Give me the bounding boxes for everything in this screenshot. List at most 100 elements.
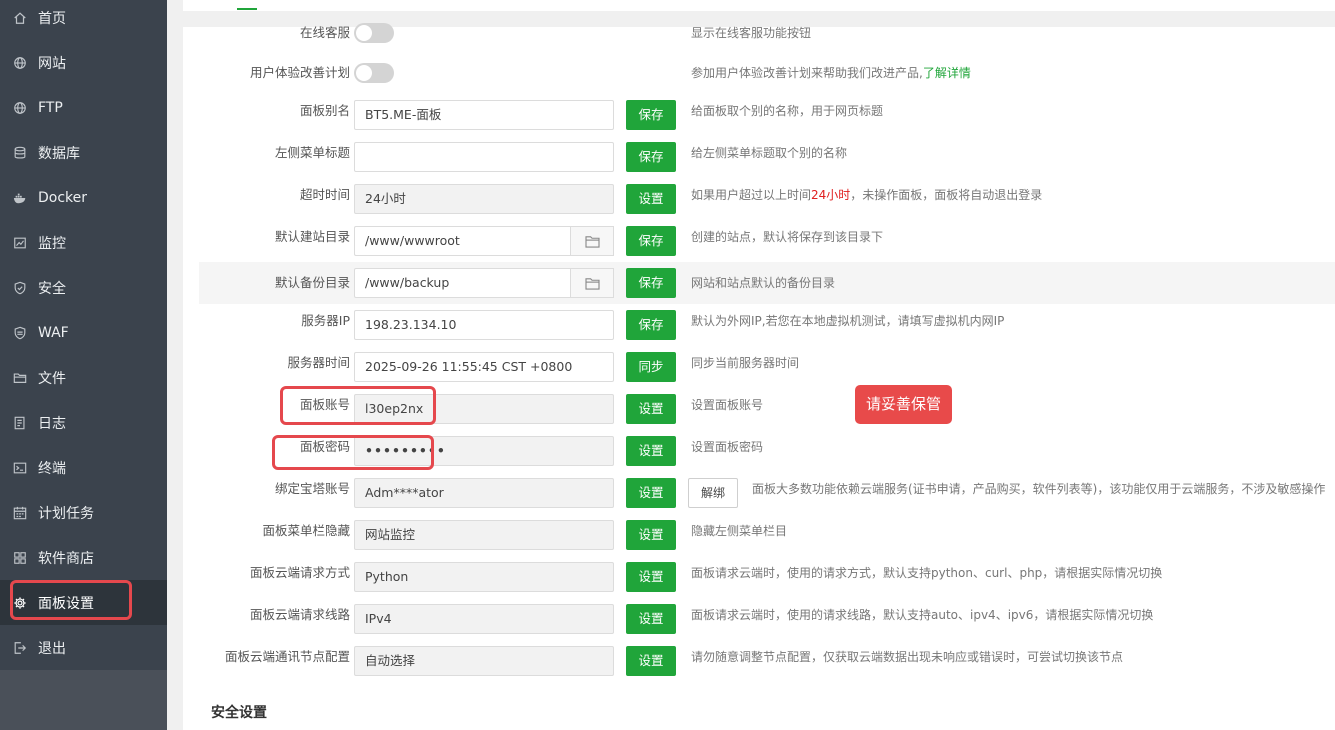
setting-label: 服务器时间 — [287, 355, 350, 370]
setting-panel-alias: 面板别名 BT5.ME-面板 保存 给面板取个别的名称，用于网页标题 — [199, 90, 1335, 132]
sidebar-item-monitor[interactable]: 监控 — [0, 220, 167, 265]
cloud-node-set-button[interactable]: 设置 — [626, 646, 676, 676]
folder-picker-button[interactable] — [570, 268, 614, 298]
cloud-request-method-input[interactable]: Python — [354, 562, 614, 592]
sidebar-item-cron[interactable]: 计划任务 — [0, 490, 167, 535]
sidebar-item-label: 退出 — [38, 640, 66, 657]
menu-hide-set-button[interactable]: 设置 — [626, 520, 676, 550]
setting-cloud-node: 面板云端通讯节点配置 自动选择 设置 请勿随意调整节点配置，仅获取云端数据出现未… — [199, 636, 1335, 678]
monitor-chart-icon — [12, 235, 28, 251]
server-ip-save-button[interactable]: 保存 — [626, 310, 676, 340]
sidebar-item-label: 文件 — [38, 370, 66, 387]
sidebar-item-database[interactable]: 数据库 — [0, 130, 167, 175]
sidebar-item-logout[interactable]: 退出 — [0, 625, 167, 670]
learn-more-link[interactable]: 了解详情 — [923, 66, 971, 80]
sidebar-item-home[interactable]: 首页 — [0, 0, 167, 40]
sidebar-item-label: Docker — [38, 189, 88, 206]
annotation-box-panel-settings — [10, 580, 132, 620]
cloud-node-input[interactable]: 自动选择 — [354, 646, 614, 676]
setting-label: 面板云端请求线路 — [249, 607, 350, 622]
terminal-icon — [12, 460, 28, 476]
ux-plan-toggle[interactable] — [354, 63, 394, 83]
setting-default-site-dir: 默认建站目录 /www/wwwroot 保存 创建的站点，默认将保存到该目录下 — [199, 216, 1335, 258]
cloud-request-line-set-button[interactable]: 设置 — [626, 604, 676, 634]
setting-label: 默认备份目录 — [274, 275, 350, 290]
cloud-request-line-input[interactable]: IPv4 — [354, 604, 614, 634]
sidebar-item-terminal[interactable]: 终端 — [0, 445, 167, 490]
settings-panel: 在线客服 显示在线客服功能按钮 用户体验改善计划 参加用户体验改善计划来帮助我们… — [183, 23, 1335, 730]
cloud-request-method-set-button[interactable]: 设置 — [626, 562, 676, 592]
calendar-icon — [12, 505, 28, 521]
sidebar-item-website[interactable]: 网站 — [0, 40, 167, 85]
sidebar-item-label: 数据库 — [38, 145, 80, 162]
default-backup-dir-input[interactable]: /www/backup — [354, 268, 570, 298]
default-backup-dir-save-button[interactable]: 保存 — [626, 268, 676, 298]
setting-label: 面板云端通讯节点配置 — [224, 649, 350, 664]
setting-label: 超时时间 — [299, 187, 350, 202]
setting-timeout: 超时时间 24小时 设置 如果用户超过以上时间24小时，未操作面板，面板将自动退… — [199, 174, 1335, 216]
left-menu-title-input[interactable] — [354, 142, 614, 172]
setting-desc: 创建的站点，默认将保存到该目录下 — [691, 230, 884, 244]
panel-password-set-button[interactable]: 设置 — [626, 436, 676, 466]
sidebar-item-ftp[interactable]: FTP — [0, 85, 167, 130]
sidebar-item-store[interactable]: 软件商店 — [0, 535, 167, 580]
setting-desc: 面板请求云端时，使用的请求方式，默认支持python、curl、php，请根据实… — [691, 566, 1163, 580]
setting-desc: 默认为外网IP,若您在本地虚拟机测试，请填写虚拟机内网IP — [691, 314, 1005, 328]
setting-desc: 请勿随意调整节点配置，仅获取云端数据出现未响应或错误时，可尝试切换该节点 — [691, 650, 1124, 664]
folder-icon — [12, 370, 28, 386]
sidebar-item-security[interactable]: 安全 — [0, 265, 167, 310]
sidebar-item-label: 监控 — [38, 235, 66, 252]
sidebar-item-label: 网站 — [38, 55, 66, 72]
annotation-box-panel-password — [272, 435, 434, 470]
folder-icon — [584, 277, 600, 290]
sidebar-item-label: 首页 — [38, 10, 66, 27]
setting-desc: 面板大多数功能依赖云端服务(证书申请，产品购买，软件列表等)，该功能仅用于云端服… — [752, 482, 1326, 496]
setting-online-service: 在线客服 显示在线客服功能按钮 — [199, 12, 1335, 54]
ux-plan-desc-text: 参加用户体验改善计划来帮助我们改进产品, — [691, 66, 923, 80]
left-menu-title-save-button[interactable]: 保存 — [626, 142, 676, 172]
sidebar-item-waf[interactable]: WAF — [0, 310, 167, 355]
folder-picker-button[interactable] — [570, 226, 614, 256]
setting-desc: 给面板取个别的名称，用于网页标题 — [691, 104, 884, 118]
sidebar-item-label: 计划任务 — [38, 505, 94, 522]
sidebar-item-label: 软件商店 — [38, 550, 94, 567]
section-title-security: 安全设置 — [211, 705, 267, 721]
online-service-toggle[interactable] — [354, 23, 394, 43]
setting-cloud-request-line: 面板云端请求线路 IPv4 设置 面板请求云端时，使用的请求线路，默认支持aut… — [199, 594, 1335, 636]
sidebar-bottom — [0, 670, 167, 730]
folder-icon — [584, 235, 600, 248]
sidebar-item-logs[interactable]: 日志 — [0, 400, 167, 445]
setting-left-menu-title: 左侧菜单标题 保存 给左侧菜单标题取个别的名称 — [199, 132, 1335, 174]
sidebar-item-label: WAF — [38, 324, 69, 341]
timeout-desc-red: 24小时 — [811, 188, 851, 202]
sidebar-item-docker[interactable]: Docker — [0, 175, 167, 220]
panel-alias-save-button[interactable]: 保存 — [626, 100, 676, 130]
annotation-box-panel-account — [280, 386, 436, 425]
setting-desc: 如果用户超过以上时间24小时，未操作面板，面板将自动退出登录 — [691, 174, 1042, 216]
bt-account-input[interactable]: Adm****ator — [354, 478, 614, 508]
panel-account-set-button[interactable]: 设置 — [626, 394, 676, 424]
setting-ux-plan: 用户体验改善计划 参加用户体验改善计划来帮助我们改进产品,了解详情 — [199, 52, 1335, 94]
sidebar-item-files[interactable]: 文件 — [0, 355, 167, 400]
setting-label: 默认建站目录 — [274, 229, 350, 244]
timeout-input[interactable]: 24小时 — [354, 184, 614, 214]
waf-shield-icon — [12, 325, 28, 341]
server-time-sync-button[interactable]: 同步 — [626, 352, 676, 382]
server-time-input[interactable]: 2025-09-26 11:55:45 CST +0800 — [354, 352, 614, 382]
default-site-dir-save-button[interactable]: 保存 — [626, 226, 676, 256]
panel-alias-input[interactable]: BT5.ME-面板 — [354, 100, 614, 130]
setting-desc: 隐藏左侧菜单栏目 — [691, 524, 788, 538]
menu-hide-input[interactable]: 网站监控 — [354, 520, 614, 550]
default-site-dir-input[interactable]: /www/wwwroot — [354, 226, 570, 256]
setting-label: 左侧菜单标题 — [274, 145, 350, 160]
bt-account-unbind-button[interactable]: 解绑 — [688, 478, 738, 508]
bt-account-set-button[interactable]: 设置 — [626, 478, 676, 508]
timeout-set-button[interactable]: 设置 — [626, 184, 676, 214]
setting-desc: 参加用户体验改善计划来帮助我们改进产品,了解详情 — [691, 52, 971, 94]
setting-label: 面板菜单栏隐藏 — [262, 523, 350, 538]
setting-desc: 显示在线客服功能按钮 — [691, 26, 812, 40]
server-ip-input[interactable]: 198.23.134.10 — [354, 310, 614, 340]
timeout-desc-post: ，未操作面板，面板将自动退出登录 — [850, 188, 1043, 202]
setting-desc: 面板请求云端时，使用的请求线路，默认支持auto、ipv4、ipv6，请根据实际… — [691, 608, 1154, 622]
timeout-desc-pre: 如果用户超过以上时间 — [691, 188, 812, 202]
